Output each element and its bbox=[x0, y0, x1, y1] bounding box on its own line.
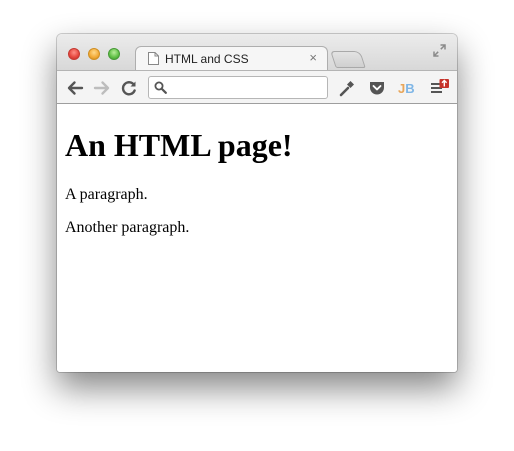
back-arrow-icon[interactable] bbox=[66, 79, 84, 97]
jb-extension-icon[interactable]: JB bbox=[398, 80, 418, 98]
wrench-icon[interactable] bbox=[338, 79, 356, 97]
close-window-button[interactable] bbox=[68, 48, 80, 60]
minimize-window-button[interactable] bbox=[88, 48, 100, 60]
tab-html-and-css[interactable]: HTML and CSS × bbox=[135, 46, 328, 70]
address-input[interactable] bbox=[171, 79, 321, 96]
browser-toolbar: JB bbox=[57, 70, 457, 104]
reload-icon[interactable] bbox=[120, 79, 138, 97]
tab-title: HTML and CSS bbox=[165, 52, 249, 66]
address-bar[interactable] bbox=[148, 76, 328, 99]
paragraph: Another paragraph. bbox=[65, 219, 190, 236]
tab-close-icon[interactable]: × bbox=[309, 51, 317, 65]
pocket-icon[interactable] bbox=[368, 79, 386, 97]
paragraph: A paragraph. bbox=[65, 186, 148, 203]
maximize-window-button[interactable] bbox=[108, 48, 120, 60]
fullscreen-icon[interactable] bbox=[433, 44, 446, 57]
page-heading: An HTML page! bbox=[65, 127, 293, 163]
page-document-icon bbox=[148, 52, 159, 65]
page-content: An HTML page! A paragraph. Another parag… bbox=[57, 104, 457, 372]
browser-window: HTML and CSS × JB An HTML page! A paragr… bbox=[57, 34, 457, 372]
menu-icon[interactable] bbox=[431, 79, 449, 97]
tab-strip: HTML and CSS × bbox=[57, 34, 457, 70]
new-tab-button[interactable] bbox=[330, 51, 366, 68]
jb-letter-b: B bbox=[405, 81, 415, 96]
search-icon bbox=[154, 81, 167, 94]
forward-arrow-icon[interactable] bbox=[93, 79, 111, 97]
